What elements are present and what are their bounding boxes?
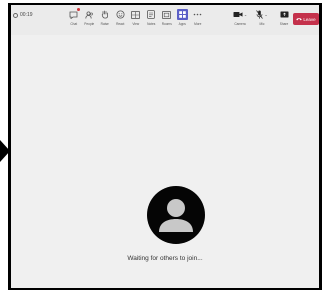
notes-icon [147, 9, 156, 20]
people-button[interactable]: People [82, 7, 98, 31]
leave-button[interactable]: Leave [293, 13, 319, 25]
view-icon [131, 9, 141, 20]
meeting-window: 00:19 Chat People Raise React View Notes… [8, 3, 322, 290]
rooms-icon [162, 9, 172, 20]
raise-label: Raise [100, 22, 109, 26]
notes-label: Notes [147, 22, 156, 26]
people-label: People [84, 22, 95, 26]
apps-icon [176, 9, 188, 20]
react-button[interactable]: React [113, 7, 129, 31]
leave-label: Leave [303, 16, 316, 22]
share-button[interactable]: Share [273, 7, 295, 31]
more-button[interactable]: More [190, 7, 206, 31]
mic-chevron-icon[interactable]: ⌄ [264, 12, 267, 17]
view-label: View [132, 22, 140, 26]
chat-label: Chat [70, 22, 78, 26]
raise-hand-button[interactable]: Raise [97, 7, 113, 31]
people-icon [85, 9, 94, 20]
apps-button[interactable]: Apps [175, 7, 191, 31]
apps-label: Apps [178, 22, 186, 26]
rooms-label: Rooms [161, 22, 172, 26]
meeting-stage: Waiting for others to join... [11, 35, 319, 288]
timer-icon [13, 12, 18, 18]
react-icon [116, 9, 125, 20]
mic-icon [256, 10, 264, 19]
share-icon [280, 11, 288, 17]
view-button[interactable]: View [128, 7, 144, 31]
avatar [147, 186, 205, 244]
more-icon [193, 9, 202, 20]
share-label: Share [279, 22, 289, 26]
mic-button[interactable]: ⌄ Mic [251, 7, 273, 31]
meeting-timer-text: 00:19 [20, 12, 33, 18]
react-label: React [116, 22, 125, 26]
camera-label: Camera [234, 22, 246, 26]
toolbar-actions: Chat People Raise React View Notes Rooms… [66, 7, 206, 31]
chat-unread-badge [77, 8, 81, 11]
waiting-status-text: Waiting for others to join... [127, 255, 203, 262]
camera-chevron-icon[interactable]: ⌄ [244, 12, 247, 17]
phone-hangup-icon [296, 18, 303, 21]
rooms-button[interactable]: Rooms [159, 7, 175, 31]
notes-button[interactable]: Notes [144, 7, 160, 31]
camera-icon [233, 12, 243, 17]
device-controls: ⌄ Camera ⌄ Mic Share [229, 7, 295, 31]
camera-button[interactable]: ⌄ Camera [229, 7, 251, 31]
more-label: More [194, 22, 202, 26]
mic-label: Mic [259, 22, 265, 26]
meeting-timer: 00:19 [13, 12, 33, 18]
person-icon [159, 199, 193, 232]
raise-hand-icon [101, 9, 109, 20]
chat-icon [69, 8, 81, 20]
chat-button[interactable]: Chat [66, 7, 82, 31]
meeting-toolbar: 00:19 Chat People Raise React View Notes… [11, 5, 319, 35]
